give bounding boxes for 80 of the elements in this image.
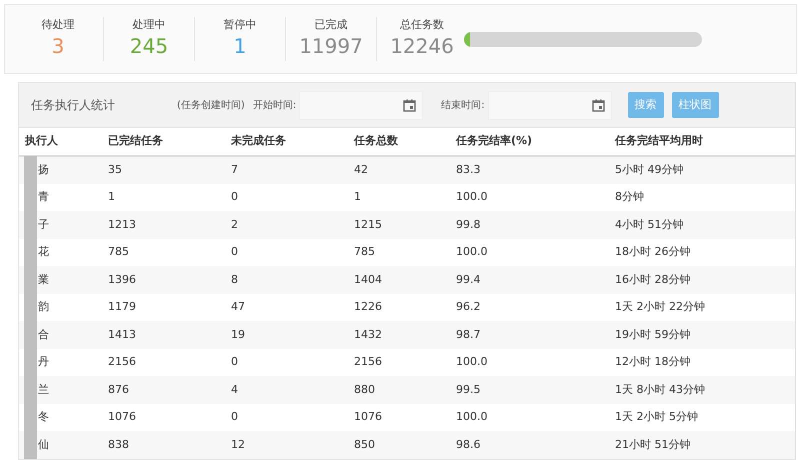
table-cell: 1076 bbox=[348, 404, 450, 431]
date-label: 结束时间: bbox=[441, 98, 485, 112]
table-cell: 98.7 bbox=[450, 321, 609, 348]
table-cell: 0 bbox=[225, 404, 348, 431]
table-cell: 1天 2小时 22分钟 bbox=[609, 294, 795, 321]
stat-value: 245 bbox=[130, 34, 168, 58]
table-cell: 100.0 bbox=[450, 238, 609, 266]
table-cell: 19小时 59分钟 bbox=[609, 321, 795, 348]
table-cell: 1404 bbox=[348, 266, 450, 294]
table-cell: 1413 bbox=[102, 321, 225, 348]
table-cell: 1076 bbox=[102, 404, 225, 431]
calendar-icon[interactable] bbox=[592, 98, 605, 112]
table-cell: 花 bbox=[19, 238, 102, 266]
date-field[interactable] bbox=[299, 90, 424, 120]
table-cell: 1396 bbox=[102, 266, 225, 294]
table-cell: 100.0 bbox=[450, 404, 609, 431]
table-cell: 4 bbox=[225, 376, 348, 404]
stat-value: 1 bbox=[234, 34, 246, 58]
date-label: 开始时间: bbox=[252, 98, 296, 112]
table-cell: 2 bbox=[225, 211, 348, 238]
table-cell: 0 bbox=[225, 184, 348, 211]
table-cell: 876 bbox=[102, 376, 225, 404]
table-cell: 99.5 bbox=[450, 376, 609, 404]
stat-value: 3 bbox=[52, 34, 64, 58]
date-field[interactable] bbox=[488, 90, 612, 120]
table-cell: 0 bbox=[225, 348, 348, 376]
table-cell: 850 bbox=[348, 431, 450, 458]
table-cell: 18小时 26分钟 bbox=[609, 238, 795, 266]
table-cell: 韵 bbox=[19, 294, 102, 321]
stat-label: 总任务数 bbox=[400, 17, 444, 33]
table-cell: 7 bbox=[225, 156, 348, 184]
table-cell: 98.6 bbox=[450, 431, 609, 458]
table-cell: 880 bbox=[348, 376, 450, 404]
table-cell: 0 bbox=[225, 238, 348, 266]
panel-title: 任务执行人统计 bbox=[31, 97, 116, 114]
table-cell: 47 bbox=[225, 294, 348, 321]
table-cell: 1226 bbox=[348, 294, 450, 321]
table-cell: 1天 8小时 43分钟 bbox=[609, 376, 795, 404]
chart-button[interactable]: 柱状图 bbox=[672, 92, 719, 118]
stat-value: 11997 bbox=[299, 34, 363, 58]
table-cell: 1213 bbox=[102, 211, 225, 238]
table-cell: 8 bbox=[225, 266, 348, 294]
calendar-icon[interactable] bbox=[403, 98, 416, 112]
table-cell: 12 bbox=[225, 431, 348, 458]
table-cell: 1 bbox=[102, 184, 225, 211]
table-cell: 1215 bbox=[348, 211, 450, 238]
table-cell: 16小时 28分钟 bbox=[609, 266, 795, 294]
table-cell: 1432 bbox=[348, 321, 450, 348]
table-cell: 2156 bbox=[102, 348, 225, 376]
table-cell: 4小时 51分钟 bbox=[609, 211, 795, 238]
table-cell: 1 bbox=[348, 184, 450, 211]
table-cell: 99.8 bbox=[450, 211, 609, 238]
table-cell: 丹 bbox=[19, 348, 102, 376]
table-cell: 100.0 bbox=[450, 348, 609, 376]
table-cell: 19 bbox=[225, 321, 348, 348]
table-cell: 83.3 bbox=[450, 156, 609, 184]
stat-label: 已完成 bbox=[314, 17, 348, 33]
table-cell: 99.4 bbox=[450, 266, 609, 294]
table-cell: 96.2 bbox=[450, 294, 609, 321]
table-cell: 12小时 18分钟 bbox=[609, 348, 795, 376]
stat-label: 暂停中 bbox=[224, 17, 256, 33]
table-cell: 100.0 bbox=[450, 184, 609, 211]
stat-label: 待处理 bbox=[42, 17, 74, 33]
table-cell: 冬 bbox=[19, 404, 102, 431]
table-cell: 5小时 49分钟 bbox=[609, 156, 795, 184]
table-cell: 2156 bbox=[348, 348, 450, 376]
table-cell: 21小时 51分钟 bbox=[609, 431, 795, 458]
date-note: (任务创建时间) bbox=[177, 98, 245, 112]
table-cell: 青 bbox=[19, 184, 102, 211]
table-cell: 35 bbox=[102, 156, 225, 184]
table-cell: 838 bbox=[102, 431, 225, 458]
search-button[interactable]: 搜索 bbox=[628, 92, 664, 118]
table-cell: 785 bbox=[102, 238, 225, 266]
table-cell: 42 bbox=[348, 156, 450, 184]
table-cell: 8分钟 bbox=[609, 184, 795, 211]
table-cell: 785 bbox=[348, 238, 450, 266]
stat-value: 12246 bbox=[390, 34, 454, 58]
table-cell: 1天 2小时 5分钟 bbox=[609, 404, 795, 431]
table-cell: 1179 bbox=[102, 294, 225, 321]
stat-label: 处理中 bbox=[132, 17, 166, 33]
